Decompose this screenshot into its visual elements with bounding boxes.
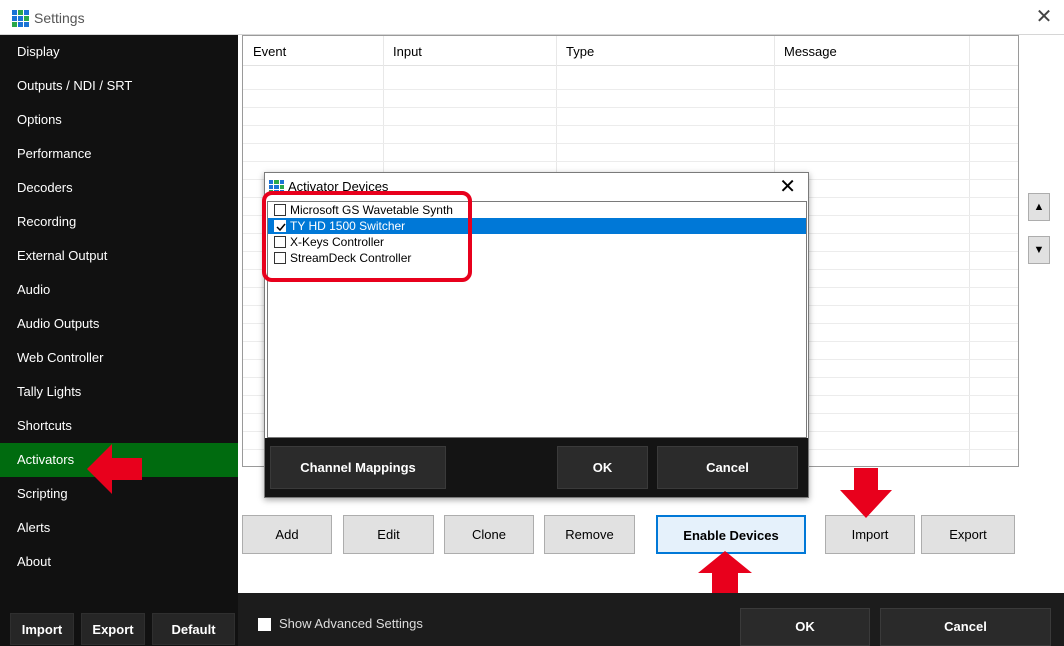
sidebar-item-external-output[interactable]: External Output	[0, 239, 238, 273]
sidebar-item-options[interactable]: Options	[0, 103, 238, 137]
row-divider	[243, 89, 1018, 90]
sidebar-item-alerts[interactable]: Alerts	[0, 511, 238, 545]
sidebar-item-decoders[interactable]: Decoders	[0, 171, 238, 205]
dialog-button-bar: Channel Mappings OK Cancel	[265, 438, 808, 497]
add-button[interactable]: Add	[242, 515, 332, 554]
sidebar-import-button[interactable]: Import	[10, 613, 74, 645]
move-up-button[interactable]: ▲	[1028, 193, 1050, 221]
show-advanced-label[interactable]: Show Advanced Settings	[279, 616, 423, 631]
remove-button[interactable]: Remove	[544, 515, 635, 554]
red-arrow-up-icon	[698, 551, 752, 593]
table-header: Event Input Type Message	[243, 36, 1018, 66]
row-divider	[243, 107, 1018, 108]
enable-devices-button[interactable]: Enable Devices	[656, 515, 806, 554]
sidebar-item-shortcuts[interactable]: Shortcuts	[0, 409, 238, 443]
footer-bar: Show Advanced Settings OK Cancel	[238, 593, 1064, 646]
column-header-event[interactable]: Event	[253, 44, 286, 59]
export-button[interactable]: Export	[921, 515, 1015, 554]
sidebar-item-web-controller[interactable]: Web Controller	[0, 341, 238, 375]
row-divider	[243, 161, 1018, 162]
sidebar-item-display[interactable]: Display	[0, 35, 238, 69]
dialog-close-icon[interactable]: ✕	[779, 174, 796, 199]
dialog-cancel-button[interactable]: Cancel	[657, 446, 798, 489]
clone-button[interactable]: Clone	[444, 515, 534, 554]
ok-button[interactable]: OK	[740, 608, 870, 646]
dialog-ok-button[interactable]: OK	[557, 446, 648, 489]
sidebar-export-button[interactable]: Export	[81, 613, 145, 645]
sidebar-item-tally-lights[interactable]: Tally Lights	[0, 375, 238, 409]
move-down-button[interactable]: ▼	[1028, 236, 1050, 264]
sidebar-item-recording[interactable]: Recording	[0, 205, 238, 239]
title-bar: Settings ✕	[0, 0, 1064, 35]
row-divider	[243, 125, 1018, 126]
settings-window: Settings ✕ Display Outputs / NDI / SRT O…	[0, 0, 1064, 646]
device-list-highlight	[262, 191, 472, 282]
column-header-message[interactable]: Message	[784, 44, 837, 59]
column-header-type[interactable]: Type	[566, 44, 594, 59]
sidebar-item-about[interactable]: About	[0, 545, 238, 579]
cancel-button[interactable]: Cancel	[880, 608, 1051, 646]
sidebar-item-audio[interactable]: Audio	[0, 273, 238, 307]
sidebar-item-audio-outputs[interactable]: Audio Outputs	[0, 307, 238, 341]
channel-mappings-button[interactable]: Channel Mappings	[270, 446, 446, 489]
column-header-input[interactable]: Input	[393, 44, 422, 59]
show-advanced-checkbox[interactable]	[258, 618, 271, 631]
red-arrow-left-icon	[87, 444, 142, 494]
row-divider	[243, 143, 1018, 144]
close-icon[interactable]: ✕	[1032, 5, 1056, 29]
app-grid-icon	[12, 10, 29, 27]
import-button[interactable]: Import	[825, 515, 915, 554]
sidebar: Display Outputs / NDI / SRT Options Perf…	[0, 35, 238, 646]
window-title: Settings	[34, 10, 85, 26]
sidebar-item-performance[interactable]: Performance	[0, 137, 238, 171]
red-arrow-down-icon	[840, 468, 892, 518]
edit-button[interactable]: Edit	[343, 515, 434, 554]
sidebar-default-button[interactable]: Default	[152, 613, 235, 645]
sidebar-button-bar: Import Export Default	[10, 613, 235, 645]
sidebar-item-outputs[interactable]: Outputs / NDI / SRT	[0, 69, 238, 103]
